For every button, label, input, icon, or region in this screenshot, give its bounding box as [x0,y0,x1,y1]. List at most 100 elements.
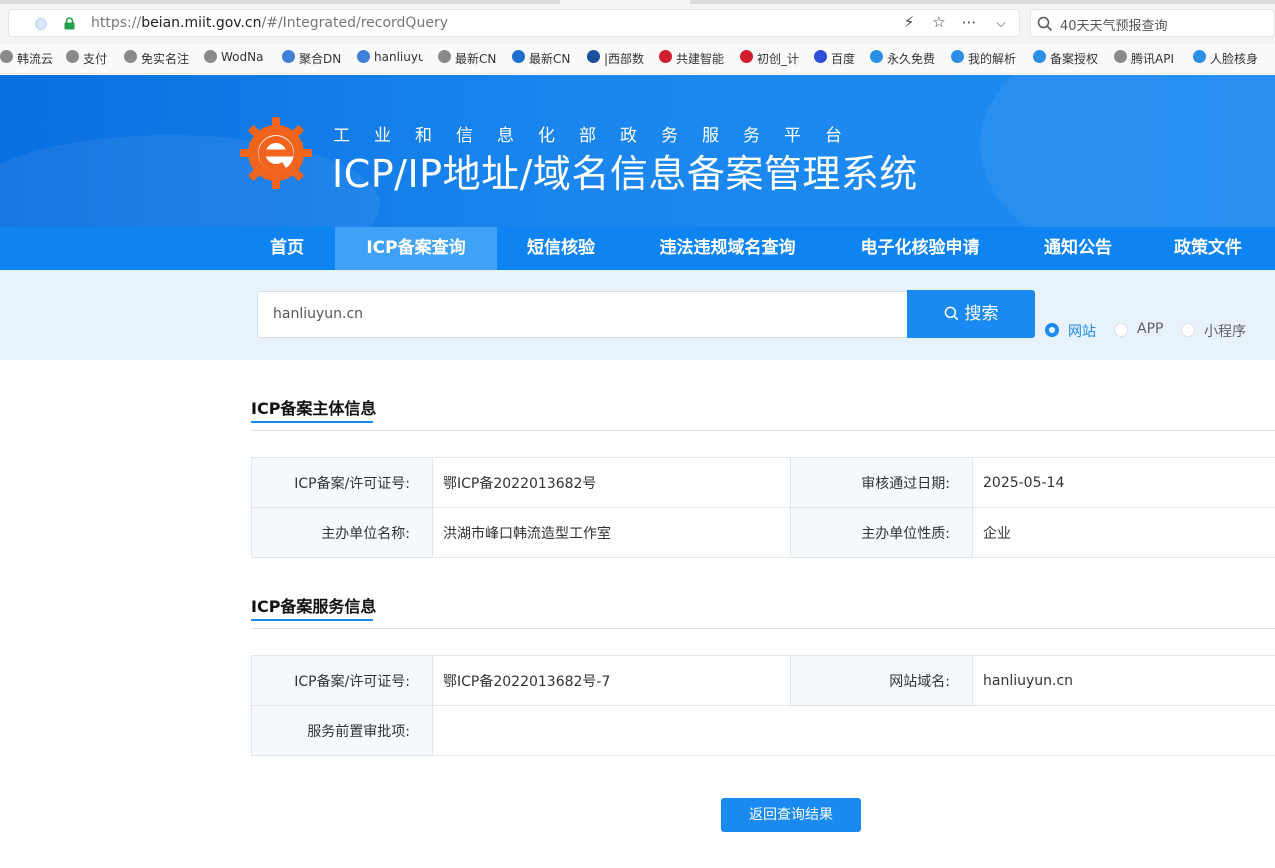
bookmark-label: 初创_计 [757,52,800,66]
bookmark-favicon-icon [357,50,370,63]
bookmark-favicon-icon [870,50,883,63]
nav-home[interactable]: 首页 [245,227,329,270]
bookmark-favicon-icon [204,50,217,63]
bookmark-favicon-icon [587,50,600,63]
address-bar[interactable]: https://beian.miit.gov.cn/#/Integrated/r… [8,9,1020,37]
bookmark-item[interactable]: hanliuyu [357,50,423,68]
url-text[interactable]: https://beian.miit.gov.cn/#/Integrated/r… [91,15,448,31]
section-underline [251,421,373,423]
bookmark-label: 人脸核身 [1210,52,1259,66]
bookmark-label: 百度 [831,52,856,66]
bookmark-item[interactable]: 共建智能 [659,50,729,68]
bookmarks-bar: 韩流云 支付 免实名注 WodNa 聚合DN hanliuyu 最新CN 最新CN |西部数 共建… [0,44,1275,74]
bookmark-item[interactable]: 人脸核身 [1193,50,1263,68]
nav-notices[interactable]: 通知公告 [1030,227,1126,270]
license-value: 鄂ICP备2022013682号 [432,457,791,508]
bookmark-favicon-icon [740,50,753,63]
bookmark-label: 共建智能 [676,52,725,66]
bookmark-item[interactable]: 免实名注 [124,50,196,68]
site-logo [240,117,312,189]
bookmark-item[interactable]: 备案授权 [1033,50,1103,68]
bookmark-item[interactable]: 韩流云 [0,50,60,68]
bookmark-item[interactable]: 我的解析 [951,50,1021,68]
subject-info-table: ICP备案/许可证号: 鄂ICP备2022013682号 审核通过日期: 202… [251,457,1275,558]
bookmark-item[interactable]: 初创_计 [740,50,802,68]
org-nature-value: 企业 [972,507,1275,558]
lightning-icon[interactable]: ⚡ [899,13,919,31]
lock-icon [64,17,75,30]
org-nature-label: 主办单位性质: [790,507,973,558]
bookmark-favicon-icon [1033,50,1046,63]
bookmark-label: 腾讯API [1131,52,1174,66]
main-nav: 首页 ICP备案查询 短信核验 违法违规域名查询 电子化核验申请 通知公告 政策… [0,227,1275,270]
back-to-results-button[interactable]: 返回查询结果 [721,798,861,832]
subject-info-title: ICP备案主体信息 [251,399,377,418]
bookmark-label: 韩流云 [17,52,54,66]
more-icon[interactable]: ⋯ [959,13,979,31]
bookmark-label: 我的解析 [968,52,1017,66]
service-license-label: ICP备案/许可证号: [251,655,433,706]
nav-icp-query[interactable]: ICP备案查询 [335,227,497,270]
approval-date-value: 2025-05-14 [972,457,1275,508]
nav-electronic-verify[interactable]: 电子化核验申请 [842,227,998,270]
bookmark-favicon-icon [512,50,525,63]
browser-toolbar: https://beian.miit.gov.cn/#/Integrated/r… [0,0,1275,44]
service-license-value: 鄂ICP备2022013682号-7 [432,655,791,706]
service-info-title: ICP备案服务信息 [251,597,377,616]
table-row: 主办单位名称: 洪湖市峰口韩流造型工作室 主办单位性质: 企业 [251,507,1275,558]
search-input[interactable]: hanliuyun.cn [257,291,908,338]
table-row: ICP备案/许可证号: 鄂ICP备2022013682号 审核通过日期: 202… [251,457,1275,508]
bookmark-favicon-icon [66,50,79,63]
bookmark-label: 永久免费 [887,52,936,66]
search-button[interactable]: 搜索 [907,290,1035,338]
nav-policy-docs[interactable]: 政策文件 [1158,227,1258,270]
nav-illegal-domain-query[interactable]: 违法违规域名查询 [640,227,815,270]
bookmark-item[interactable]: 百度 [814,50,862,68]
bookmark-label: 最新CN [455,52,497,66]
bookmark-favicon-icon [1114,50,1127,63]
chevron-down-icon[interactable]: ⌵ [991,16,1011,31]
bookmark-label: WodNa [221,50,264,64]
bookmark-item[interactable]: 聚合DN [282,50,348,68]
pre-approval-value [432,705,1275,756]
bookmark-favicon-icon [951,50,964,63]
search-icon [1037,16,1053,32]
bookmark-label: 最新CN [529,52,571,66]
search-button-label: 搜索 [964,304,999,324]
table-row: 服务前置审批项: [251,705,1275,756]
bookmark-favicon-icon [0,50,13,63]
site-info-icon[interactable] [35,18,47,30]
license-label: ICP备案/许可证号: [251,457,433,508]
bookmark-favicon-icon [1193,50,1206,63]
bookmark-favicon-icon [814,50,827,63]
pre-approval-label: 服务前置审批项: [251,705,433,756]
nav-sms-verify[interactable]: 短信核验 [505,227,617,270]
banner-title: ICP/IP地址/域名信息备案管理系统 [332,152,918,196]
tab-strip-edge [0,0,1275,4]
divider [251,628,1275,629]
bookmark-item[interactable]: 最新CN [512,50,578,68]
bookmark-item[interactable]: 永久免费 [870,50,940,68]
bookmark-favicon-icon [124,50,137,63]
search-input-value: hanliuyun.cn [273,306,364,322]
section-underline [251,619,373,621]
bookmark-item[interactable]: 腾讯API [1114,50,1182,68]
bookmark-label: 免实名注 [141,52,190,66]
star-icon[interactable]: ☆ [929,13,949,31]
browser-search-box[interactable]: 40天天气预报查询 [1030,9,1275,37]
org-name-label: 主办单位名称: [251,507,433,558]
bookmark-label: 聚合DN [299,52,342,66]
bookmark-item[interactable]: |西部数 [587,50,649,68]
divider [251,430,1275,431]
org-name-value: 洪湖市峰口韩流造型工作室 [432,507,791,558]
browser-search-text: 40天天气预报查询 [1060,19,1168,34]
table-row: ICP备案/许可证号: 鄂ICP备2022013682号-7 网站域名: han… [251,655,1275,706]
bookmark-item[interactable]: 支付 [66,50,116,68]
bookmark-favicon-icon [438,50,451,63]
bookmark-item[interactable]: WodNa [204,50,270,68]
bookmark-item[interactable]: 最新CN [438,50,500,68]
bookmark-label: 备案授权 [1050,52,1099,66]
domain-value: hanliuyun.cn [972,655,1275,706]
bookmark-label: hanliuyu [374,50,423,64]
search-area: hanliuyun.cn 搜索 网站 APP 小程序 [0,270,1275,360]
